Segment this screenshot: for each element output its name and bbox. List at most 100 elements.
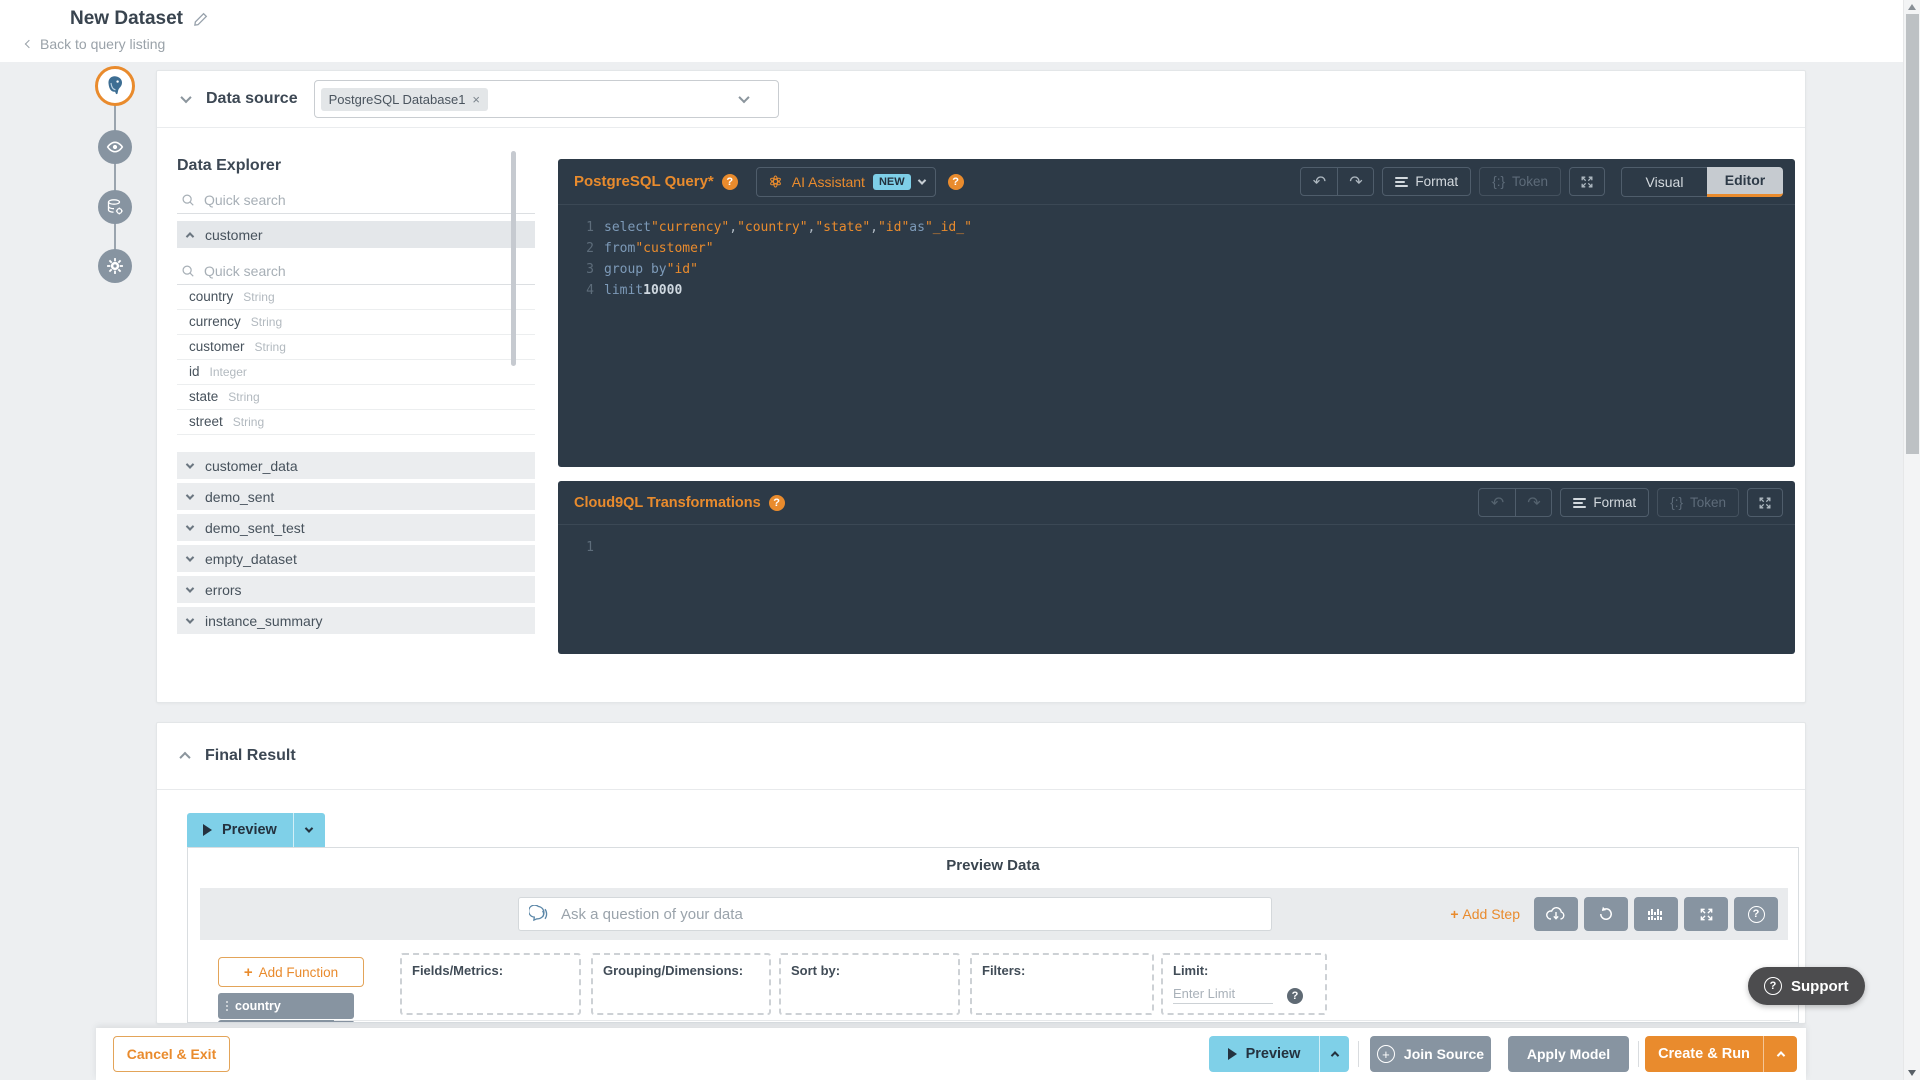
back-link-label: Back to query listing [40, 36, 166, 52]
fullscreen-button[interactable] [1684, 897, 1728, 931]
table-row-instance_summary[interactable]: instance_summary [177, 607, 535, 634]
back-to-query-listing-link[interactable]: Back to query listing [24, 36, 166, 52]
scroll-down-arrow-icon[interactable] [1908, 1070, 1916, 1076]
preview-split-button[interactable]: Preview [187, 813, 325, 847]
format-button[interactable]: Format [1560, 488, 1650, 517]
add-function-button[interactable]: + Add Function [218, 957, 364, 987]
collapse-chevron-icon[interactable] [179, 751, 191, 764]
table-row-demo_sent_test[interactable]: demo_sent_test [177, 514, 535, 541]
expand-chevron-icon [185, 459, 195, 469]
chart-button[interactable] [1634, 897, 1678, 931]
explorer-inner-search[interactable] [177, 257, 535, 285]
transformations-code-editor[interactable]: 1 [558, 525, 1795, 558]
field-type: String [254, 340, 286, 354]
redo-icon[interactable]: ↷ [1337, 168, 1373, 195]
download-button[interactable] [1534, 897, 1578, 931]
ask-question-input[interactable] [561, 905, 1261, 923]
table-row-demo_sent[interactable]: demo_sent [177, 483, 535, 510]
format-button[interactable]: Format [1382, 167, 1472, 196]
explorer-search[interactable] [177, 186, 535, 214]
redo-icon[interactable]: ↷ [1515, 489, 1551, 516]
undo-icon[interactable]: ↶ [1479, 489, 1515, 516]
preview-options-dropdown[interactable] [292, 813, 325, 847]
datasource-select[interactable]: PostgreSQL Database1 × [313, 80, 779, 118]
ai-help-icon[interactable]: ? [947, 173, 964, 190]
ask-question-box[interactable] [518, 897, 1272, 931]
footer-preview-options[interactable] [1319, 1036, 1349, 1072]
rail-step-preview[interactable] [98, 130, 132, 164]
table-row-customer_data[interactable]: customer_data [177, 452, 535, 479]
footer-preview-label: Preview [1245, 1046, 1301, 1062]
code-line: 2 from "customer" [572, 238, 1795, 259]
expand-chevron-icon [185, 552, 195, 562]
transformations-title: Cloud9QL Transformations ? [574, 494, 785, 511]
help-button[interactable]: ? [1734, 897, 1778, 931]
support-label: Support [1791, 977, 1849, 995]
table-row-customer[interactable]: customer [177, 221, 535, 248]
field-row-currency[interactable]: currency String [177, 310, 535, 335]
sql-code-editor[interactable]: 1 select "currency", "country", "state", … [558, 205, 1795, 301]
page-scrollbar[interactable] [1903, 0, 1920, 1080]
eye-icon [106, 141, 124, 153]
undo-icon[interactable]: ↶ [1301, 168, 1337, 195]
remove-tag-icon[interactable]: × [472, 92, 480, 107]
rail-step-settings[interactable] [98, 249, 132, 283]
token-button[interactable]: {:} Token [1479, 167, 1561, 196]
line-number: 4 [586, 283, 594, 298]
footer-preview-split-button[interactable]: Preview [1209, 1036, 1349, 1072]
table-name: demo_sent [205, 488, 275, 505]
cancel-exit-button[interactable]: Cancel & Exit [113, 1036, 230, 1072]
table-row-errors[interactable]: errors [177, 576, 535, 603]
field-row-customer[interactable]: customer String [177, 335, 535, 360]
field-chip-label: country [235, 999, 281, 1013]
scroll-up-arrow-icon[interactable] [1908, 4, 1916, 10]
edit-pencil-icon[interactable] [193, 12, 208, 27]
table-row-empty_dataset[interactable]: empty_dataset [177, 545, 535, 572]
scrollbar-thumb[interactable] [1906, 14, 1919, 454]
page-title-text: New Dataset [70, 8, 183, 29]
field-row-street[interactable]: street String [177, 410, 535, 435]
datasource-collapse-chevron-icon[interactable] [180, 91, 192, 104]
table-list: customer_data demo_sent demo_sent_test e… [177, 452, 535, 634]
field-chip-country[interactable]: country [218, 993, 354, 1019]
transformations-panel: Cloud9QL Transformations ? ↶ ↷ Format {:… [558, 481, 1795, 654]
token-button[interactable]: {:} Token [1657, 488, 1739, 517]
explorer-search-input[interactable] [204, 191, 484, 208]
expand-chevron-icon [185, 521, 195, 531]
add-step-button[interactable]: + Add Step [1450, 906, 1520, 922]
field-type: String [243, 290, 275, 304]
rail-step-datasource-postgresql[interactable] [95, 66, 135, 106]
explorer-scrollbar[interactable] [511, 151, 516, 366]
refresh-button[interactable] [1584, 897, 1628, 931]
create-run-options[interactable] [1763, 1036, 1797, 1072]
create-run-split-button[interactable]: Create & Run [1645, 1036, 1797, 1072]
join-source-button[interactable]: + Join Source [1370, 1036, 1491, 1072]
field-name: customer [189, 339, 245, 354]
explorer-inner-search-input[interactable] [204, 262, 484, 279]
help-icon[interactable]: ? [768, 494, 785, 511]
field-row-state[interactable]: state String [177, 385, 535, 410]
tab-editor[interactable]: Editor [1707, 166, 1783, 197]
field-row-country[interactable]: country String [177, 285, 535, 310]
support-button[interactable]: ? Support [1748, 967, 1865, 1005]
drop-zone-label: Grouping/Dimensions: [603, 963, 744, 978]
help-icon[interactable]: ? [721, 173, 738, 190]
code-token: "currency" [650, 220, 730, 235]
limit-input[interactable] [1173, 984, 1273, 1004]
fullscreen-button[interactable] [1747, 488, 1783, 517]
divider [1638, 1041, 1639, 1067]
field-name: country [189, 289, 234, 304]
drag-handle-icon [226, 1001, 228, 1011]
tab-visual[interactable]: Visual [1621, 166, 1707, 197]
expand-icon [1759, 497, 1771, 508]
chart-icon [1648, 909, 1662, 920]
add-step-label: Add Step [1462, 906, 1520, 922]
dataset-builder-page: New Dataset Back to query listing Data s… [0, 0, 1920, 1080]
field-row-id[interactable]: id Integer [177, 360, 535, 385]
fullscreen-button[interactable] [1569, 167, 1605, 196]
rail-step-data-settings[interactable] [98, 190, 132, 224]
ai-assistant-button[interactable]: AI Assistant NEW [755, 166, 936, 197]
limit-help-icon[interactable]: ? [1287, 988, 1303, 1004]
add-function-label: Add Function [258, 964, 339, 980]
apply-model-button[interactable]: Apply Model [1508, 1036, 1629, 1072]
